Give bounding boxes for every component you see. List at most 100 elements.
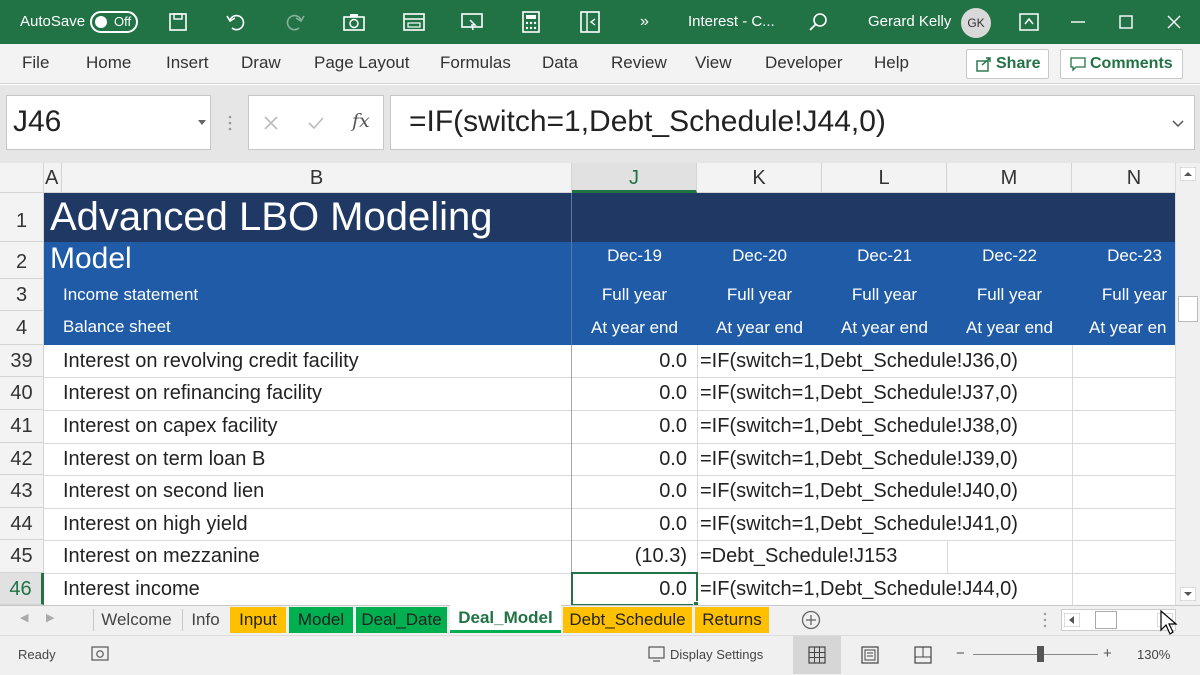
- value-cell[interactable]: 0.0: [572, 377, 687, 410]
- tab-file[interactable]: File: [22, 44, 49, 84]
- share-button[interactable]: Share: [966, 49, 1049, 79]
- row-header[interactable]: 43: [0, 475, 44, 508]
- column-header-l[interactable]: L: [822, 163, 947, 193]
- autosave-toggle[interactable]: Off: [90, 11, 138, 33]
- scroll-thumb[interactable]: [1178, 296, 1198, 322]
- save-icon[interactable]: [166, 10, 190, 34]
- column-header-n[interactable]: N: [1072, 163, 1175, 193]
- formula-cell[interactable]: =IF(switch=1,Debt_Schedule!J40,0): [700, 475, 1018, 508]
- page-layout-view-icon[interactable]: [861, 646, 879, 664]
- grip-icon[interactable]: [228, 115, 232, 131]
- enter-icon[interactable]: [307, 115, 325, 131]
- sheet-tab-input[interactable]: Input: [230, 607, 286, 633]
- tab-developer[interactable]: Developer: [765, 44, 843, 84]
- tab-insert[interactable]: Insert: [166, 44, 209, 84]
- formula-cell[interactable]: =IF(switch=1,Debt_Schedule!J39,0): [700, 443, 1018, 475]
- sheet-tab-welcome[interactable]: Welcome: [96, 607, 177, 633]
- tab-draw[interactable]: Draw: [241, 44, 281, 84]
- display-settings-label[interactable]: Display Settings: [670, 647, 763, 662]
- formula-input[interactable]: =IF(switch=1,Debt_Schedule!J44,0): [390, 95, 1195, 150]
- comments-button[interactable]: Comments: [1060, 49, 1183, 79]
- sheet-tab-model[interactable]: Model: [289, 607, 353, 633]
- column-header-j[interactable]: J: [572, 163, 697, 193]
- zoom-slider-thumb[interactable]: [1037, 646, 1044, 662]
- tab-data[interactable]: Data: [542, 44, 578, 84]
- cancel-icon[interactable]: [263, 115, 279, 131]
- value-cell[interactable]: (10.3): [572, 540, 687, 573]
- formula-cell[interactable]: =IF(switch=1,Debt_Schedule!J37,0): [700, 377, 1018, 410]
- row-header[interactable]: 42: [0, 443, 44, 475]
- row-header[interactable]: 40: [0, 377, 44, 410]
- maximize-icon[interactable]: [1114, 10, 1138, 34]
- next-sheet-icon[interactable]: ▶: [46, 611, 54, 624]
- insert-function-icon[interactable]: fx: [352, 110, 370, 132]
- row-header[interactable]: 2: [0, 242, 44, 279]
- column-header-b[interactable]: B: [62, 163, 572, 193]
- close-icon[interactable]: [1162, 10, 1186, 34]
- display-settings-icon[interactable]: [648, 646, 666, 662]
- scroll-down-icon[interactable]: [1180, 587, 1196, 601]
- column-header-k[interactable]: K: [697, 163, 822, 193]
- tab-view[interactable]: View: [695, 44, 732, 84]
- tab-split-grip-icon[interactable]: [1043, 612, 1047, 628]
- search-icon[interactable]: [806, 10, 830, 34]
- tab-page-layout[interactable]: Page Layout: [314, 44, 409, 84]
- sheet-tab-info[interactable]: Info: [183, 607, 228, 633]
- row-header[interactable]: 44: [0, 508, 44, 540]
- undo-icon[interactable]: [224, 10, 248, 34]
- value-cell[interactable]: 0.0: [572, 573, 687, 605]
- prev-sheet-icon[interactable]: ◀: [20, 611, 28, 624]
- vertical-scrollbar[interactable]: [1175, 163, 1200, 605]
- select-all-corner[interactable]: [0, 163, 44, 193]
- tab-help[interactable]: Help: [874, 44, 909, 84]
- freeze-icon[interactable]: [578, 10, 602, 34]
- value-cell[interactable]: 0.0: [572, 443, 687, 475]
- value-cell[interactable]: 0.0: [572, 410, 687, 443]
- tab-home[interactable]: Home: [86, 44, 131, 84]
- sheet-tab-deal-model[interactable]: Deal_Model: [450, 605, 561, 633]
- minimize-icon[interactable]: [1066, 10, 1090, 34]
- scroll-up-icon[interactable]: [1180, 167, 1196, 181]
- more-commands[interactable]: »: [640, 0, 649, 44]
- normal-view-button[interactable]: [793, 636, 841, 674]
- macro-record-icon[interactable]: [91, 646, 109, 662]
- zoom-in-button[interactable]: +: [1103, 645, 1112, 662]
- redo-icon[interactable]: [283, 10, 307, 34]
- row-header[interactable]: 39: [0, 345, 44, 377]
- hscroll-thumb[interactable]: [1095, 611, 1117, 629]
- present-icon[interactable]: [460, 10, 484, 34]
- formula-cell[interactable]: =Debt_Schedule!J153: [700, 540, 897, 573]
- sheet-tab-deal-date[interactable]: Deal_Date: [356, 607, 447, 633]
- ribbon-display-icon[interactable]: [1017, 10, 1041, 34]
- row-header[interactable]: 4: [0, 311, 44, 345]
- row-header[interactable]: 41: [0, 410, 44, 443]
- calculator-icon[interactable]: [519, 10, 543, 34]
- formula-cell[interactable]: =IF(switch=1,Debt_Schedule!J36,0): [700, 345, 1018, 377]
- zoom-slider-track[interactable]: [973, 654, 1098, 655]
- value-cell[interactable]: 0.0: [572, 345, 687, 377]
- row-header[interactable]: 45: [0, 540, 44, 573]
- avatar[interactable]: GK: [961, 8, 991, 38]
- camera-icon[interactable]: [342, 10, 366, 34]
- expand-formula-icon[interactable]: [1172, 120, 1184, 127]
- value-cell[interactable]: 0.0: [572, 508, 687, 540]
- form-icon[interactable]: [402, 10, 426, 34]
- column-header-m[interactable]: M: [947, 163, 1072, 193]
- row-header[interactable]: 3: [0, 279, 44, 311]
- tab-review[interactable]: Review: [611, 44, 667, 84]
- worksheet-grid[interactable]: A B J K L M N Advanced LBO Modeling Mode…: [0, 163, 1175, 605]
- column-header-a[interactable]: A: [44, 163, 62, 193]
- row-header[interactable]: 1: [0, 193, 44, 242]
- zoom-out-button[interactable]: −: [956, 645, 965, 662]
- chevron-down-icon[interactable]: [198, 120, 206, 125]
- horizontal-scrollbar[interactable]: [1061, 609, 1176, 631]
- formula-cell[interactable]: =IF(switch=1,Debt_Schedule!J44,0): [700, 573, 1018, 605]
- row-header[interactable]: 46: [0, 573, 44, 605]
- add-sheet-icon[interactable]: [801, 610, 821, 630]
- tab-formulas[interactable]: Formulas: [440, 44, 511, 84]
- formula-cell[interactable]: =IF(switch=1,Debt_Schedule!J41,0): [700, 508, 1018, 540]
- sheet-tab-returns[interactable]: Returns: [695, 607, 769, 633]
- zoom-level[interactable]: 130%: [1137, 647, 1170, 662]
- page-break-view-icon[interactable]: [914, 646, 932, 664]
- formula-cell[interactable]: =IF(switch=1,Debt_Schedule!J38,0): [700, 410, 1018, 443]
